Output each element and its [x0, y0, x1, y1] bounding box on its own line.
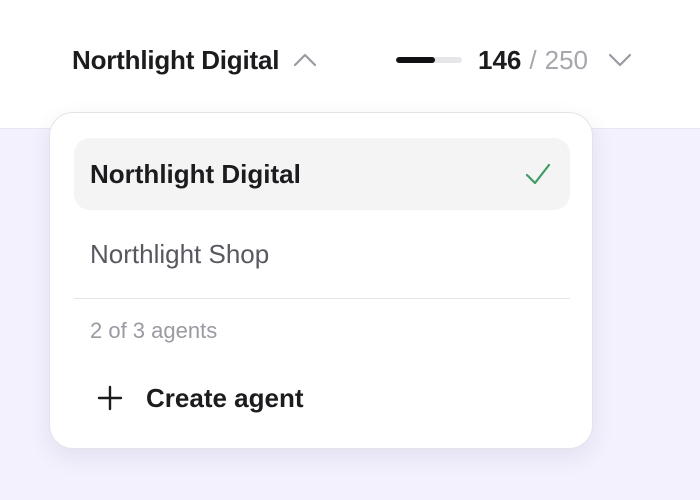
- workspace-option-label: Northlight Digital: [90, 158, 301, 189]
- workspace-dropdown: Northlight Digital Northlight Shop 2 of …: [49, 112, 593, 449]
- top-bar: Northlight Digital 146 / 250: [0, 0, 700, 129]
- chevron-down-icon[interactable]: [608, 53, 632, 67]
- workspace-option-label: Northlight Shop: [90, 238, 270, 269]
- usage-separator: /: [529, 44, 537, 75]
- usage-progress-fill: [396, 57, 435, 63]
- plus-icon: [90, 385, 130, 411]
- usage-used: 146: [478, 44, 522, 75]
- agents-count: 2 of 3 agents: [90, 318, 218, 343]
- usage-progress-bar: [396, 57, 462, 63]
- workspace-option-northlight-shop[interactable]: Northlight Shop: [74, 218, 570, 290]
- chevron-up-icon: [293, 53, 317, 67]
- workspace-option-northlight-digital[interactable]: Northlight Digital: [74, 138, 570, 210]
- usage-meter: 146 / 250: [396, 40, 632, 80]
- check-icon: [524, 160, 552, 193]
- workspace-name: Northlight Digital: [72, 44, 280, 75]
- usage-total: 250: [544, 44, 589, 75]
- create-agent-label: Create agent: [146, 382, 304, 413]
- divider: [74, 298, 570, 299]
- workspace-switcher[interactable]: Northlight Digital: [72, 40, 317, 80]
- create-agent-button[interactable]: Create agent: [90, 373, 304, 423]
